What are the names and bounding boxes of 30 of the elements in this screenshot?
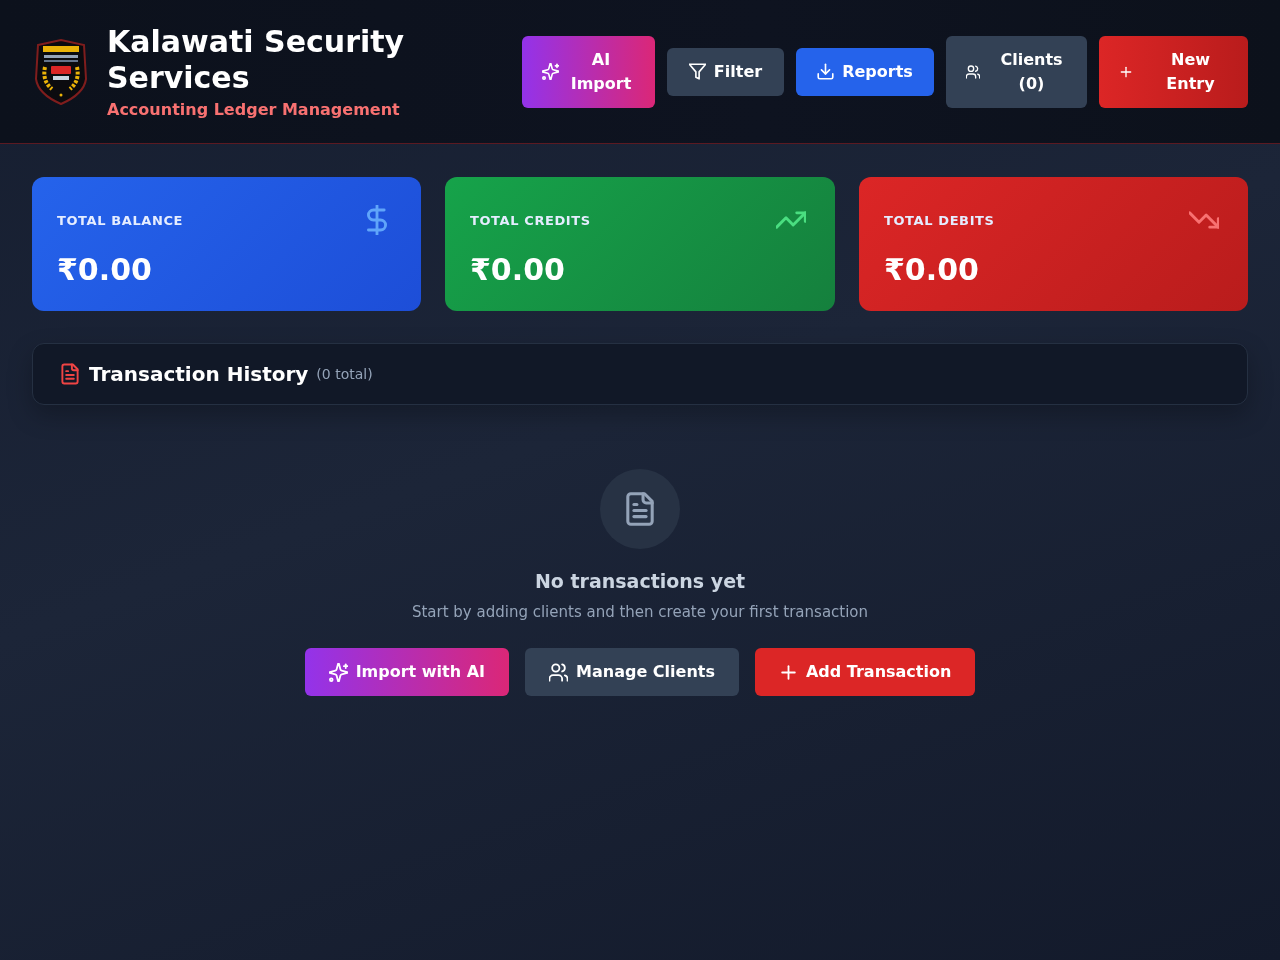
stat-value: ₹0.00	[57, 252, 153, 288]
manage-clients-button[interactable]: Manage Clients	[525, 648, 739, 696]
document-icon	[60, 363, 80, 385]
users-icon	[549, 662, 569, 682]
sparkles-icon	[328, 662, 348, 682]
app-subtitle: Accounting Ledger Management	[107, 99, 401, 120]
app-title: Kalawati Security Services	[107, 23, 406, 96]
users-icon	[966, 64, 980, 79]
clients-button[interactable]: Clients (0)	[946, 35, 1087, 108]
section-title: Transaction History	[89, 362, 309, 386]
transaction-count: (0 total)	[316, 366, 373, 382]
import-ai-button[interactable]: Import with AI	[304, 648, 510, 696]
plus-icon	[778, 662, 798, 682]
download-icon	[817, 63, 835, 80]
stat-label: TOTAL CREDITS	[470, 212, 591, 228]
filter-icon	[688, 63, 706, 80]
shield-emblem-icon	[34, 38, 88, 105]
reports-button[interactable]: Reports	[796, 47, 934, 96]
stat-label: TOTAL BALANCE	[57, 212, 184, 228]
filter-button[interactable]: Filter	[667, 47, 784, 96]
empty-state-message: Start by adding clients and then create your first transaction	[411, 602, 869, 623]
plus-icon	[1119, 64, 1133, 79]
sparkles-icon	[541, 63, 559, 80]
add-transaction-button[interactable]: Add Transaction	[754, 648, 976, 696]
stat-label: TOTAL DEBITS	[884, 212, 995, 228]
stat-value: ₹0.00	[884, 252, 980, 288]
new-entry-button[interactable]: New Entry	[1099, 35, 1248, 108]
stat-value: ₹0.00	[470, 252, 566, 288]
ai-import-button[interactable]: AI Import	[522, 35, 655, 108]
empty-state-title: No transactions yet	[534, 569, 746, 594]
